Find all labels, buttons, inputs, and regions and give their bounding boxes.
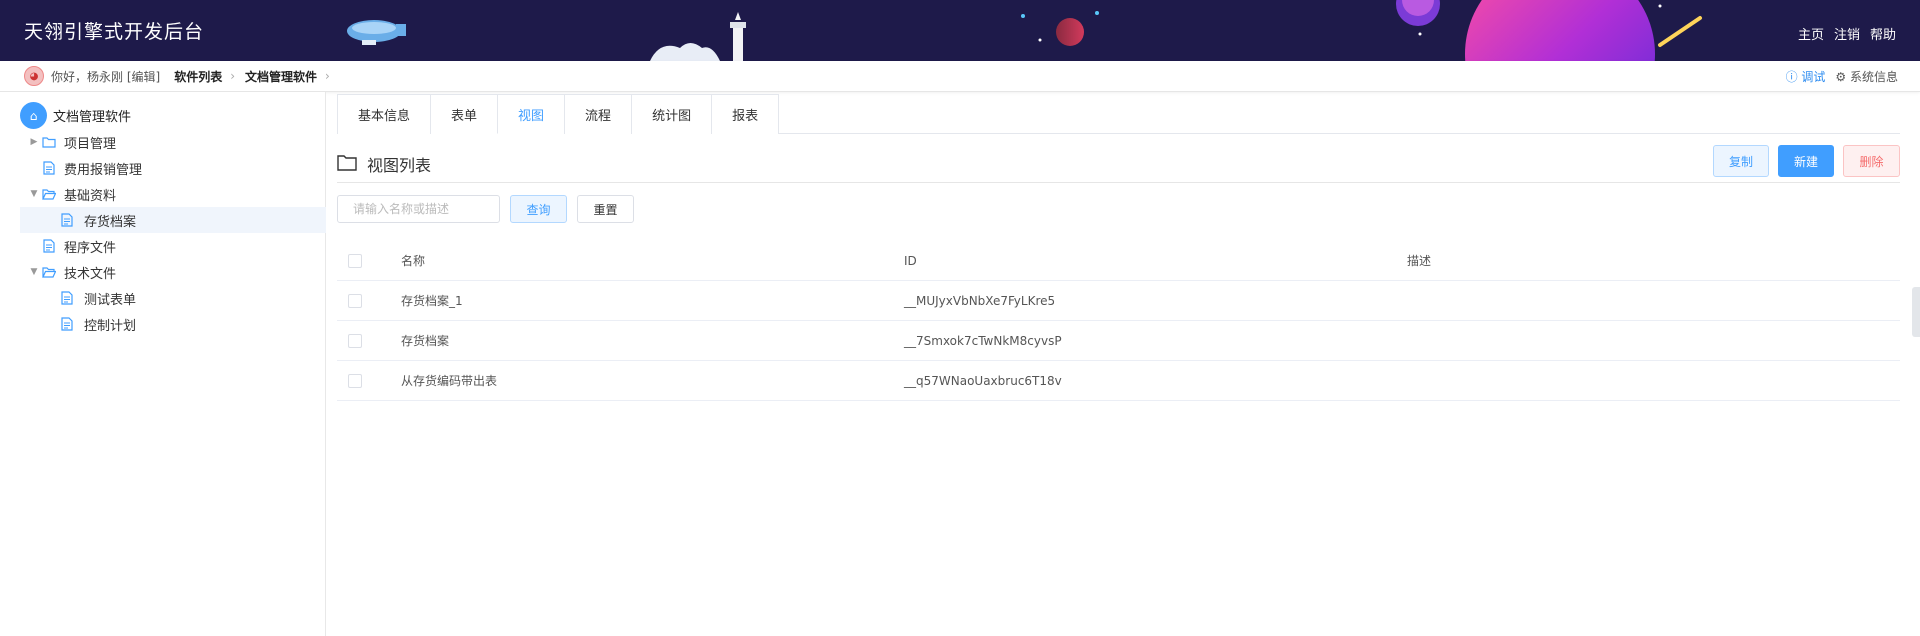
tree-item-test-form[interactable]: 测试表单 xyxy=(58,285,326,311)
column-header-name: 名称 xyxy=(401,254,426,268)
table-row[interactable]: 从存货编码带出表 __q57WNaoUaxbruc6T18v xyxy=(337,361,1900,401)
document-icon xyxy=(58,317,76,331)
select-all-checkbox[interactable] xyxy=(337,253,401,268)
document-icon xyxy=(40,161,58,175)
tree-item-program-files[interactable]: 程序文件 xyxy=(40,233,326,259)
cell-name[interactable]: 存货档案 xyxy=(401,332,904,349)
column-header-desc: 描述 xyxy=(1407,254,1432,268)
tree-item-label: 控制计划 xyxy=(84,318,137,334)
tree-item-project-mgmt[interactable]: ▶ 项目管理 xyxy=(28,129,326,155)
section-header: 视图列表 xyxy=(337,152,431,176)
tab-view[interactable]: 视图 xyxy=(497,94,566,134)
user-greeting[interactable]: 你好，杨永刚 [编辑] xyxy=(51,68,160,85)
document-icon xyxy=(40,239,58,253)
cell-id: __MUJyxVbNbXe7FyLKre5 xyxy=(904,293,1056,308)
side-panel-handle[interactable] xyxy=(1912,287,1920,337)
header-nav: 主页 注销 帮助 xyxy=(1798,24,1896,43)
tree-item-label: 测试表单 xyxy=(84,292,137,308)
sidebar-tree: ⌂ 文档管理软件 ▶ 项目管理 费用报销管理 ▼ 基础资料 存货档案 程序文件 … xyxy=(0,92,326,636)
delete-button[interactable]: 删除 xyxy=(1843,145,1900,177)
page-title: 视图列表 xyxy=(367,156,432,175)
main-panel: 基本信息 表单 视图 流程 统计图 报表 视图列表 复制 新建 删除 查询 重置… xyxy=(337,92,1902,636)
table-row[interactable]: 存货档案_1 __MUJyxVbNbXe7FyLKre5 xyxy=(337,281,1900,321)
tab-form[interactable]: 表单 xyxy=(430,94,499,134)
tree-item-label: 存货档案 xyxy=(84,214,137,230)
query-button[interactable]: 查询 xyxy=(510,195,567,223)
app-header: 天翎引擎式开发后台 主页 注销 帮助 xyxy=(0,0,1920,61)
tree-item-basic-data[interactable]: ▼ 基础资料 xyxy=(28,181,326,207)
breadcrumb-software-list[interactable]: 软件列表 xyxy=(174,68,222,85)
divider xyxy=(337,182,1900,183)
table-row[interactable]: 存货档案 __7Smxok7cTwNkM8cyvsP xyxy=(337,321,1900,361)
folder-open-icon xyxy=(40,266,58,278)
tree-item-label: 程序文件 xyxy=(64,240,117,256)
logout-link[interactable]: 注销 xyxy=(1834,24,1860,43)
breadcrumb-current-software[interactable]: 文档管理软件 xyxy=(245,68,317,85)
tree-item-label: 基础资料 xyxy=(64,188,117,204)
avatar[interactable]: ◕ xyxy=(24,66,44,86)
row-checkbox[interactable] xyxy=(337,333,401,348)
cell-name[interactable]: 存货档案_1 xyxy=(401,292,904,309)
column-header-id: ID xyxy=(904,253,917,268)
help-link[interactable]: 帮助 xyxy=(1870,24,1896,43)
reset-button[interactable]: 重置 xyxy=(577,195,634,223)
document-icon xyxy=(58,213,76,227)
breadcrumb-bar: ◕ 你好，杨永刚 [编辑] 软件列表 › 文档管理软件 › ⓘ 调试 ⚙ 系统信… xyxy=(0,61,1920,92)
tree-item-label: 费用报销管理 xyxy=(64,162,143,178)
tab-report[interactable]: 报表 xyxy=(711,94,780,134)
caret-right-icon[interactable]: ▶ xyxy=(28,137,40,147)
home-link[interactable]: 主页 xyxy=(1798,24,1824,43)
table-header: 名称 ID 描述 xyxy=(337,241,1900,281)
tree-item-control-plan[interactable]: 控制计划 xyxy=(58,311,326,337)
folder-open-icon xyxy=(40,188,58,200)
tab-basic-info[interactable]: 基本信息 xyxy=(337,94,432,134)
tab-bar: 基本信息 表单 视图 流程 统计图 报表 xyxy=(337,94,1900,134)
tree-item-label: 技术文件 xyxy=(64,266,117,282)
tab-flow[interactable]: 流程 xyxy=(564,94,633,134)
tree-item-label: 项目管理 xyxy=(64,136,117,152)
tree-root[interactable]: ⌂ 文档管理软件 xyxy=(20,102,131,129)
caret-down-icon[interactable]: ▼ xyxy=(28,267,40,277)
caret-down-icon[interactable]: ▼ xyxy=(28,189,40,199)
folder-icon xyxy=(40,136,58,148)
row-checkbox[interactable] xyxy=(337,293,401,308)
view-table: 名称 ID 描述 存货档案_1 __MUJyxVbNbXe7FyLKre5 存货… xyxy=(337,241,1900,401)
cell-id: __7Smxok7cTwNkM8cyvsP xyxy=(904,333,1062,348)
app-title: 天翎引擎式开发后台 xyxy=(24,21,205,43)
debug-link[interactable]: ⓘ 调试 xyxy=(1786,68,1826,85)
system-info-link[interactable]: ⚙ 系统信息 xyxy=(1835,68,1898,85)
folder-icon xyxy=(337,154,357,175)
cell-name[interactable]: 从存货编码带出表 xyxy=(401,372,904,389)
row-checkbox[interactable] xyxy=(337,373,401,388)
tree-item-tech-files[interactable]: ▼ 技术文件 xyxy=(28,259,326,285)
copy-button[interactable]: 复制 xyxy=(1713,145,1769,177)
tree-item-inventory[interactable]: 存货档案 xyxy=(20,207,326,233)
space-illustration xyxy=(347,0,1702,61)
tree-root-label: 文档管理软件 xyxy=(53,110,132,125)
new-button[interactable]: 新建 xyxy=(1778,145,1834,177)
document-icon xyxy=(58,291,76,305)
cell-id: __q57WNaoUaxbruc6T18v xyxy=(904,373,1062,388)
chevron-right-icon: › xyxy=(230,69,236,83)
tab-chart[interactable]: 统计图 xyxy=(631,94,713,134)
search-input[interactable] xyxy=(337,195,500,223)
chevron-right-icon: › xyxy=(325,69,330,83)
crumb-actions: ⓘ 调试 ⚙ 系统信息 xyxy=(1786,68,1898,85)
tree-item-expense[interactable]: 费用报销管理 xyxy=(40,155,326,181)
home-icon: ⌂ xyxy=(20,102,47,129)
